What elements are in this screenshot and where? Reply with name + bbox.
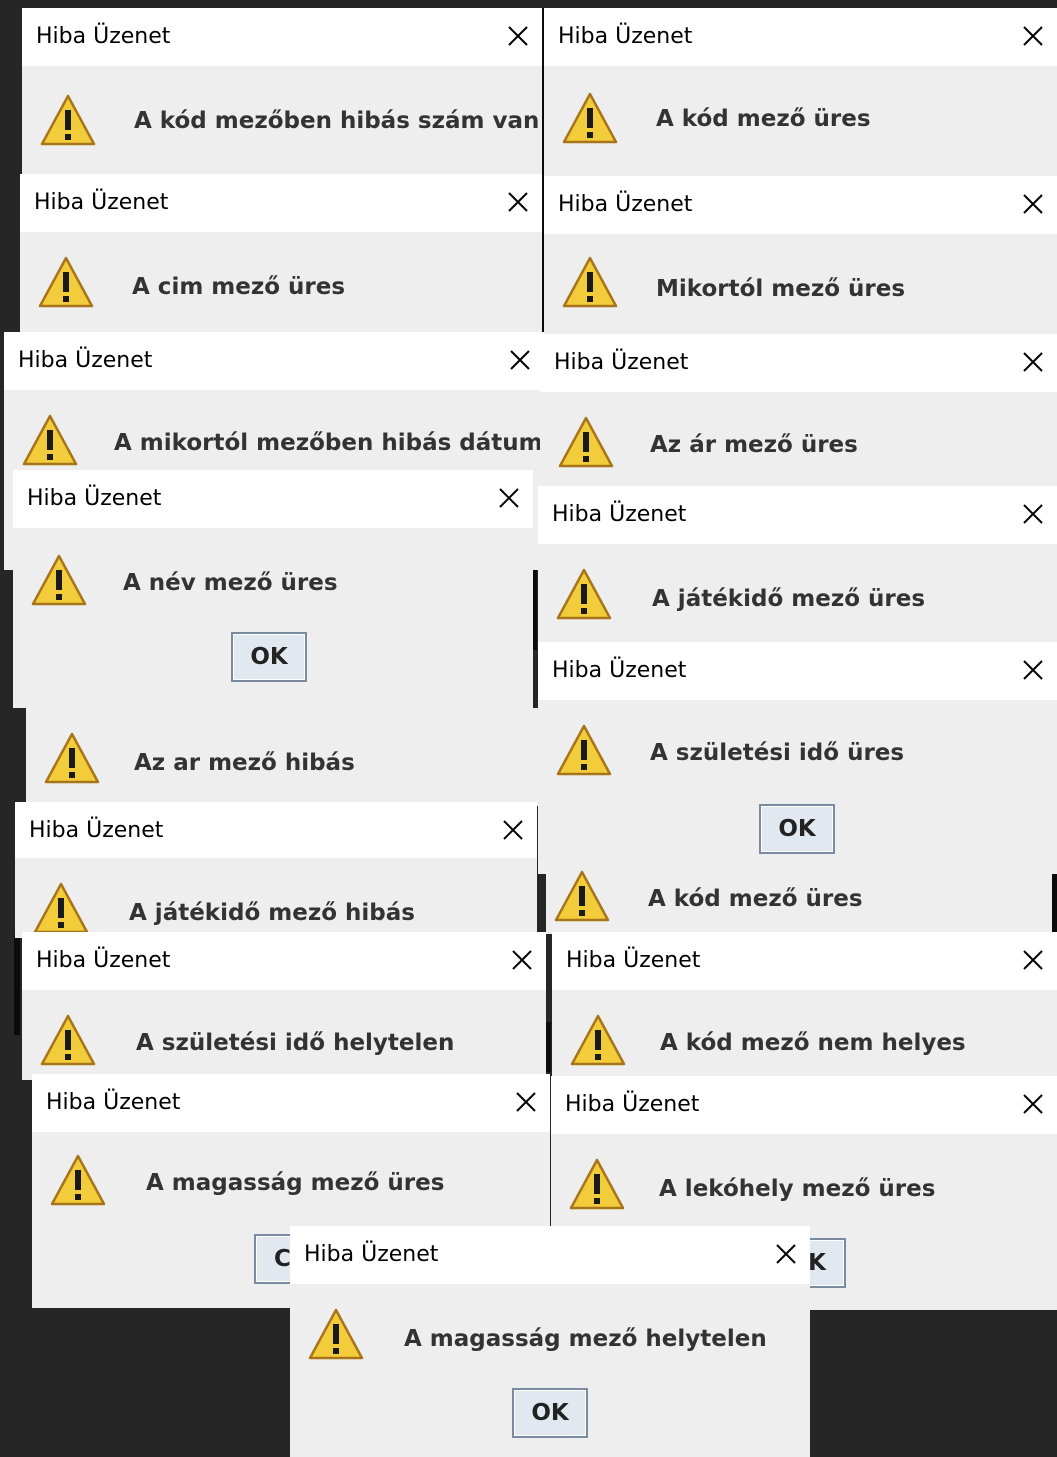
error-dialog: A kód mező üres	[546, 864, 1052, 934]
close-icon[interactable]	[768, 1236, 804, 1272]
dialog-titlebar: Hiba Üzenet	[15, 802, 537, 858]
dialog-title: Hiba Üzenet	[304, 1242, 439, 1267]
dialog-message: A játékidő mező üres	[652, 586, 926, 612]
close-icon[interactable]	[1015, 652, 1051, 688]
error-dialog: Hiba Üzenet A kód mező üres	[544, 8, 1057, 176]
dialog-titlebar: Hiba Üzenet	[551, 1076, 1057, 1134]
warning-icon	[569, 1156, 625, 1212]
dialog-message: A név mező üres	[123, 570, 338, 596]
dialog-message: A születési idő helytelen	[136, 1030, 455, 1056]
warning-icon	[562, 90, 618, 146]
warning-icon	[33, 880, 89, 936]
dialog-titlebar: Hiba Üzenet	[22, 8, 542, 66]
error-dialog: Hiba Üzenet A játékidő mező hibás	[15, 802, 537, 938]
warning-icon	[556, 722, 612, 778]
dialog-titlebar: Hiba Üzenet	[544, 8, 1057, 66]
error-dialog: Hiba Üzenet A kód mezőben hibás szám van	[22, 8, 542, 176]
warning-icon	[40, 1012, 96, 1068]
dialog-titlebar: Hiba Üzenet	[538, 642, 1057, 700]
warning-icon	[44, 730, 100, 786]
warning-icon	[38, 254, 94, 310]
dialog-title: Hiba Üzenet	[34, 190, 169, 215]
error-dialog: Hiba Üzenet A cim mező üres	[20, 174, 542, 334]
close-icon[interactable]	[1015, 186, 1051, 222]
dialog-message: A játékidő mező hibás	[129, 900, 415, 926]
dialog-title: Hiba Üzenet	[46, 1090, 181, 1115]
warning-icon	[50, 1152, 106, 1208]
error-dialog: Hiba Üzenet A születési idő helytelen	[22, 932, 546, 1080]
close-icon[interactable]	[1015, 942, 1051, 978]
window-gap	[14, 935, 20, 1035]
dialog-titlebar: Hiba Üzenet	[290, 1226, 810, 1284]
close-icon[interactable]	[491, 480, 527, 516]
dialog-title: Hiba Üzenet	[552, 658, 687, 683]
error-dialog: Hiba Üzenet A kód mező nem helyes	[552, 932, 1057, 1080]
dialog-title: Hiba Üzenet	[566, 948, 701, 973]
error-dialog: Hiba Üzenet A név mező üres OK	[13, 470, 533, 708]
warning-icon	[558, 414, 614, 470]
dialog-message: A cim mező üres	[132, 274, 346, 300]
dialog-title: Hiba Üzenet	[558, 24, 693, 49]
ok-button[interactable]: OK	[231, 632, 307, 682]
dialog-title: Hiba Üzenet	[36, 948, 171, 973]
close-icon[interactable]	[1015, 496, 1051, 532]
window-gap	[1052, 870, 1057, 932]
dialog-titlebar: Hiba Üzenet	[13, 470, 533, 528]
dialog-title: Hiba Üzenet	[18, 348, 153, 373]
close-icon[interactable]	[1015, 344, 1051, 380]
dialog-message: Az ár mező üres	[650, 432, 858, 458]
warning-icon	[308, 1306, 364, 1362]
dialog-title: Hiba Üzenet	[552, 502, 687, 527]
dialog-title: Hiba Üzenet	[36, 24, 171, 49]
close-icon[interactable]	[500, 18, 536, 54]
ok-button[interactable]: OK	[512, 1388, 588, 1438]
window-gap	[533, 560, 537, 650]
warning-icon	[31, 552, 87, 608]
close-icon[interactable]	[1015, 18, 1051, 54]
dialog-titlebar: Hiba Üzenet	[20, 174, 542, 232]
dialog-title: Hiba Üzenet	[554, 350, 689, 375]
dialog-message: A születési idő üres	[650, 740, 905, 766]
warning-icon	[40, 92, 96, 148]
dialog-message: A kód mező üres	[648, 886, 863, 912]
error-dialog: Hiba Üzenet A születési idő üres OK	[538, 642, 1057, 874]
dialog-message: A kód mező nem helyes	[660, 1030, 966, 1056]
warning-icon	[562, 254, 618, 310]
dialog-titlebar: Hiba Üzenet	[544, 176, 1057, 234]
dialog-message: A magasság mező helytelen	[404, 1326, 767, 1352]
close-icon[interactable]	[502, 342, 538, 378]
dialog-titlebar: Hiba Üzenet	[32, 1074, 550, 1132]
ok-button[interactable]: OK	[759, 804, 835, 854]
dialog-message: Mikortól mező üres	[656, 276, 906, 302]
warning-icon	[22, 412, 78, 468]
dialog-titlebar: Hiba Üzenet	[540, 334, 1057, 392]
close-icon[interactable]	[495, 812, 531, 848]
error-dialog: Hiba Üzenet A magasság mező helytelen OK	[290, 1226, 810, 1457]
dialog-title: Hiba Üzenet	[27, 486, 162, 511]
dialog-titlebar: Hiba Üzenet	[4, 332, 544, 390]
warning-icon	[556, 566, 612, 622]
error-dialog: Hiba Üzenet Az ár mező üres	[540, 334, 1057, 494]
warning-icon	[570, 1012, 626, 1068]
close-icon[interactable]	[1015, 1086, 1051, 1122]
dialog-message: A mikortól mezőben hibás dátum van	[114, 430, 544, 456]
dialog-title: Hiba Üzenet	[565, 1092, 700, 1117]
dialog-title: Hiba Üzenet	[558, 192, 693, 217]
error-dialog: Az ar mező hibás	[26, 708, 538, 806]
dialog-message: A lekóhely mező üres	[659, 1176, 936, 1202]
close-icon[interactable]	[508, 1084, 544, 1120]
dialog-titlebar: Hiba Üzenet	[538, 486, 1057, 544]
warning-icon	[554, 868, 610, 924]
dialog-message: A magasság mező üres	[146, 1170, 445, 1196]
dialog-titlebar: Hiba Üzenet	[552, 932, 1057, 990]
close-icon[interactable]	[504, 942, 540, 978]
error-dialog: Hiba Üzenet A játékidő mező üres	[538, 486, 1057, 646]
dialog-message: A kód mezőben hibás szám van	[134, 108, 540, 134]
dialog-title: Hiba Üzenet	[29, 818, 164, 843]
dialog-message: Az ar mező hibás	[134, 750, 355, 776]
dialog-titlebar: Hiba Üzenet	[22, 932, 546, 990]
dialog-message: A kód mező üres	[656, 106, 871, 132]
close-icon[interactable]	[500, 184, 536, 220]
error-dialog: Hiba Üzenet Mikortól mező üres	[544, 176, 1057, 334]
